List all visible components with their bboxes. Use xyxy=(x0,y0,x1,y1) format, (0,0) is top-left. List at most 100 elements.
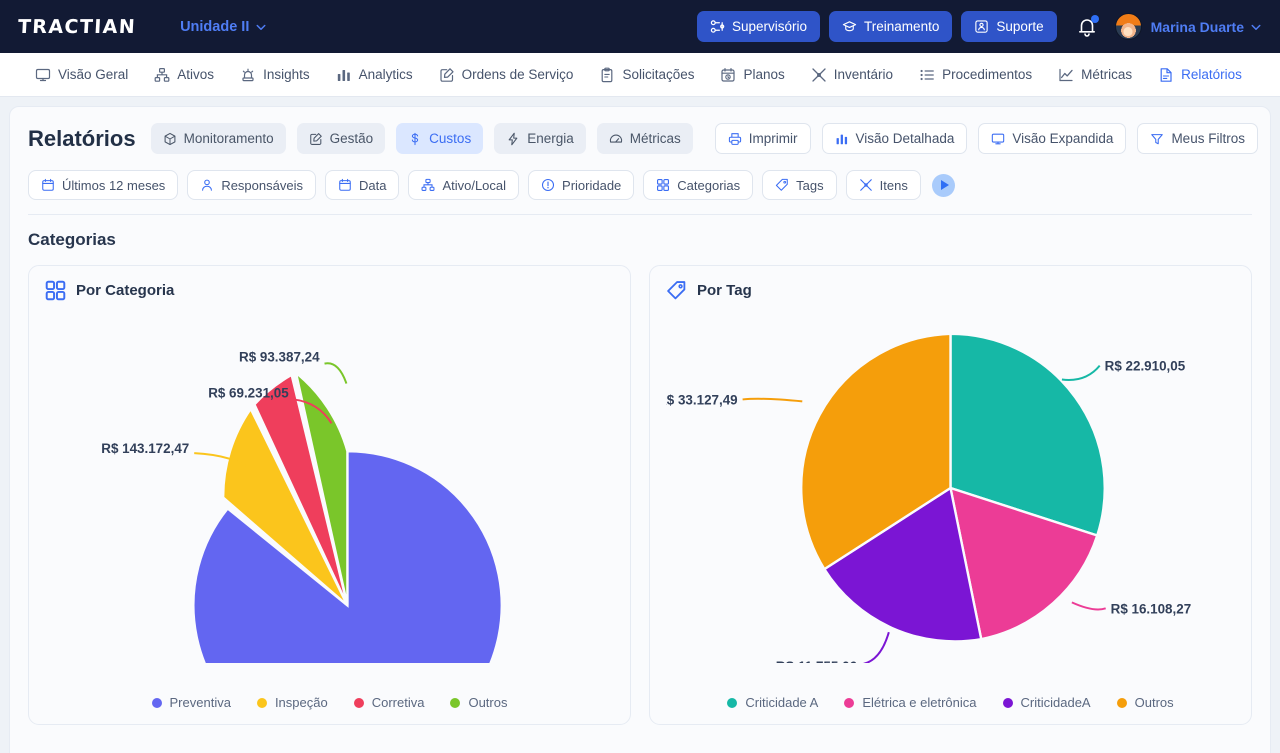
notification-badge xyxy=(1090,14,1099,23)
filter-label: Categorias xyxy=(677,177,741,193)
notifications-button[interactable] xyxy=(1075,14,1099,39)
app-root: TRACTIAN Unidade II Supervisório Treinam… xyxy=(0,0,1280,753)
tractian-logo: TRACTIAN xyxy=(17,15,137,38)
legend-item[interactable]: Preventiva xyxy=(151,695,231,710)
tools-icon xyxy=(812,67,826,82)
filter-itens[interactable]: Itens xyxy=(845,170,921,200)
legend-item[interactable]: Elétrica e eletrônica xyxy=(844,695,977,710)
legend-color-dot xyxy=(450,697,461,708)
graduation-cap-icon xyxy=(842,21,857,32)
chart-card-por-categoria: Por Categoria R$ 93.387,24 R$ 69.231,05 … xyxy=(28,265,631,725)
main-navigation: Visão Geral Ativos Insights Analytics Or… xyxy=(0,53,1280,97)
legend-label: Outros xyxy=(468,695,508,710)
tab-custos[interactable]: Custos xyxy=(396,123,484,154)
supervisorio-label: Supervisório xyxy=(732,19,808,34)
siren-icon xyxy=(242,68,254,81)
filter-label: Itens xyxy=(879,177,908,193)
filter-label: Responsáveis xyxy=(221,177,303,193)
tab-monitoramento[interactable]: Monitoramento xyxy=(150,123,286,154)
legend-item[interactable]: Outros xyxy=(450,695,507,710)
legend-label: Criticidade A xyxy=(745,695,819,710)
legend-item[interactable]: Inspeção xyxy=(256,695,328,710)
monitor-icon xyxy=(35,68,51,81)
nav-item-metricas[interactable]: Métricas xyxy=(1045,53,1145,97)
filter-prioridade[interactable]: Prioridade xyxy=(528,170,635,200)
unit-selector-label: Unidade II xyxy=(180,18,250,35)
pie-label-inspecao: R$ 143.172,47 xyxy=(101,441,189,456)
nav-item-inventario[interactable]: Inventário xyxy=(798,53,906,97)
nav-item-planos[interactable]: Planos xyxy=(707,53,797,97)
user-menu[interactable]: Marina Duarte xyxy=(1151,19,1262,35)
tab-label: Monitoramento xyxy=(183,131,274,146)
cube-icon xyxy=(164,132,176,145)
suporte-button[interactable]: Suporte xyxy=(961,11,1057,42)
tag-icon xyxy=(776,178,788,191)
tab-metricas[interactable]: Métricas xyxy=(596,123,693,154)
leader-line-outros xyxy=(324,362,348,384)
filter-ultimos-12-meses[interactable]: Últimos 12 meses xyxy=(28,170,179,200)
checklist-icon xyxy=(920,69,934,80)
nav-label: Procedimentos xyxy=(942,67,1033,82)
chart-card-por-tag: Por Tag R$ 22.910,05 R$ 16.108,27 $ 33.1… xyxy=(649,265,1252,725)
leader-line-outros xyxy=(742,397,803,403)
bar-chart-icon xyxy=(836,134,847,144)
play-icon[interactable] xyxy=(931,173,955,197)
gauge-icon xyxy=(609,134,622,143)
filter-label: Prioridade xyxy=(562,177,622,193)
filter-tags[interactable]: Tags xyxy=(762,170,837,200)
grid-icon xyxy=(657,179,670,191)
tab-label: Energia xyxy=(527,131,574,146)
visao-expandida-button[interactable]: Visão Expandida xyxy=(978,123,1127,154)
nav-item-solicitacoes[interactable]: Solicitações xyxy=(586,53,707,97)
pie-label-corretiva: R$ 69.231,05 xyxy=(208,385,289,400)
edit-square-icon xyxy=(440,67,454,82)
filter-ativo-local[interactable]: Ativo/Local xyxy=(408,170,520,200)
top-bar: TRACTIAN Unidade II Supervisório Treinam… xyxy=(0,0,1280,53)
tab-gestao[interactable]: Gestão xyxy=(296,123,386,154)
legend-color-dot xyxy=(151,697,162,708)
nav-label: Inventário xyxy=(833,67,894,82)
nav-item-insights[interactable]: Insights xyxy=(227,53,323,97)
legend-color-dot xyxy=(353,697,364,708)
legend-label: Inspeção xyxy=(274,695,328,710)
calendar-clock-icon xyxy=(721,67,736,82)
treinamento-button[interactable]: Treinamento xyxy=(829,11,953,42)
legend-item[interactable]: CriticidadeA xyxy=(1002,695,1091,710)
nav-label: Solicitações xyxy=(622,67,695,82)
nav-item-analytics[interactable]: Analytics xyxy=(323,53,426,97)
unit-selector[interactable]: Unidade II xyxy=(180,19,267,35)
nav-label: Relatórios xyxy=(1181,67,1242,82)
pie-label-eletrica: R$ 16.108,27 xyxy=(1111,601,1192,616)
bolt-icon xyxy=(508,132,518,145)
nav-item-ativos[interactable]: Ativos xyxy=(141,53,227,97)
tab-energia[interactable]: Energia xyxy=(494,123,586,154)
nav-item-visao-geral[interactable]: Visão Geral xyxy=(22,53,141,97)
visao-detalhada-button[interactable]: Visão Detalhada xyxy=(821,123,968,154)
dollar-icon xyxy=(412,132,419,145)
pie-label-outros: R$ 93.387,24 xyxy=(239,350,320,365)
meus-filtros-button[interactable]: Meus Filtros xyxy=(1137,123,1258,154)
nav-item-procedimentos[interactable]: Procedimentos xyxy=(906,53,1045,97)
supervisory-icon xyxy=(710,20,725,33)
filter-bar: Últimos 12 meses Responsáveis Data Ativo… xyxy=(10,154,1270,200)
legend-item[interactable]: Criticidade A xyxy=(727,695,818,710)
legend-item[interactable]: Corretiva xyxy=(353,695,424,710)
filter-data[interactable]: Data xyxy=(324,170,400,200)
avatar[interactable] xyxy=(1114,13,1142,40)
filter-categorias[interactable]: Categorias xyxy=(643,170,754,200)
nav-label: Ordens de Serviço xyxy=(461,67,574,82)
treinamento-label: Treinamento xyxy=(864,19,940,34)
imprimir-button[interactable]: Imprimir xyxy=(714,123,811,154)
printer-icon xyxy=(728,132,741,145)
leader-line-criticidadea xyxy=(862,631,890,663)
tab-label: Gestão xyxy=(329,131,374,146)
legend-color-dot xyxy=(1116,697,1127,708)
person-icon xyxy=(202,179,213,191)
nav-label: Analytics xyxy=(358,67,413,82)
nav-item-ordens-de-servico[interactable]: Ordens de Serviço xyxy=(426,53,587,97)
supervisorio-button[interactable]: Supervisório xyxy=(697,11,821,42)
filter-responsaveis[interactable]: Responsáveis xyxy=(187,170,316,200)
legend-item[interactable]: Outros xyxy=(1116,695,1174,710)
pie-chart-por-categoria: R$ 93.387,24 R$ 69.231,05 R$ 143.172,47 … xyxy=(45,301,614,663)
nav-item-relatorios[interactable]: Relatórios xyxy=(1145,53,1255,97)
